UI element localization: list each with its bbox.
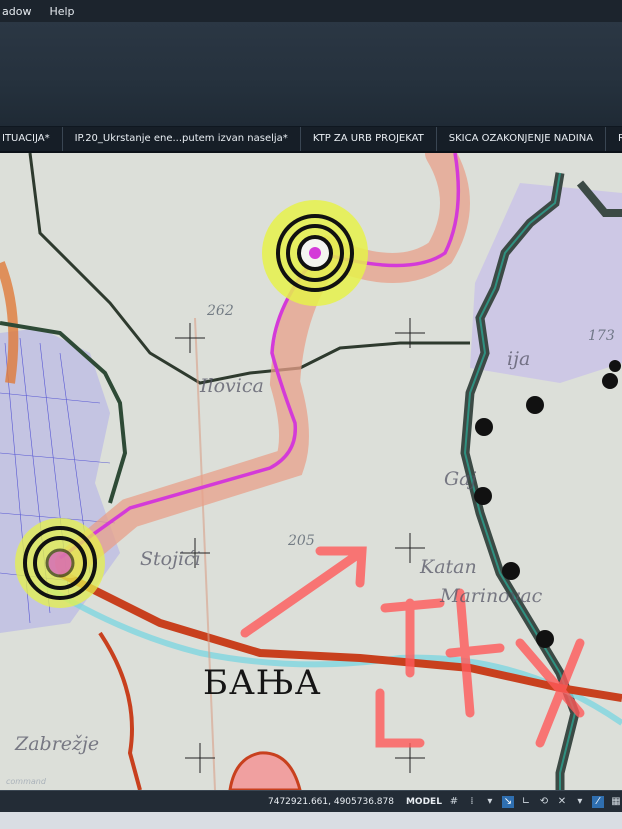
tab-skica[interactable]: SKICA OZAKONJENJE NADINA [437,127,607,151]
menu-window[interactable]: adow [2,5,31,18]
os-taskbar [0,812,622,829]
drawing-canvas[interactable]: Ilovica Stojići Zabrežje Katan Marinovac… [0,153,622,790]
document-tabs: ITUACIJA* IP.20_Ukrstanje ene...putem iz… [0,127,622,153]
dropdown-icon[interactable]: ▾ [484,796,496,808]
target-north [262,200,368,306]
tab-ip20[interactable]: IP.20_Ukrstanje ene...putem izvan naselj… [63,127,301,151]
place-katan: Katan [420,556,477,578]
place-zabrezje: Zabrežje [15,733,100,755]
menu-bar: adow Help [0,0,622,22]
annotation-icon[interactable]: ▾ [574,796,586,808]
place-ilovica: Ilovica [200,375,264,397]
place-ija: ija [507,348,531,370]
model-space-button[interactable]: MODEL [406,797,442,807]
dynamic-input-icon[interactable]: ↘ [501,796,514,808]
status-bar: 7472921.661, 4905736.878 MODEL # ⁞ ▾ ↘ ∟… [0,790,622,813]
tab-redovi[interactable]: REDOVI [606,127,622,151]
coordinate-readout: 7472921.661, 4905736.878 [268,797,394,807]
menu-help[interactable]: Help [49,5,74,18]
place-gaj: Gaj [444,468,477,490]
road-red-branch [98,631,142,790]
command-line[interactable]: command [6,777,46,786]
red-annotation [240,546,585,748]
snap-icon[interactable]: ⁞ [466,796,478,808]
route-buffer [55,153,470,578]
workspace-icon[interactable]: ▦ [610,796,622,808]
polar-icon[interactable]: ⟲ [538,796,550,808]
grid-icon[interactable]: # [448,796,460,808]
route-line [58,153,461,560]
elevation-173: 173 [588,328,615,344]
ribbon-toolbar [0,22,622,128]
bottom-blob [228,751,302,790]
object-snap-icon[interactable]: ✕ [556,796,568,808]
elevation-262: 262 [207,303,234,319]
tab-ktp[interactable]: KTP ZA URB PROJEKAT [301,127,437,151]
town-label: БАЊА [203,663,322,703]
target-south [15,518,105,608]
ortho-icon[interactable]: ∟ [520,796,532,808]
tab-situacija[interactable]: ITUACIJA* [0,127,63,151]
place-marinovac: Marinovac [440,585,543,607]
elevation-205: 205 [288,533,315,549]
place-stojici: Stojići [140,548,201,570]
scale-icon[interactable]: ⁄ [591,796,604,808]
